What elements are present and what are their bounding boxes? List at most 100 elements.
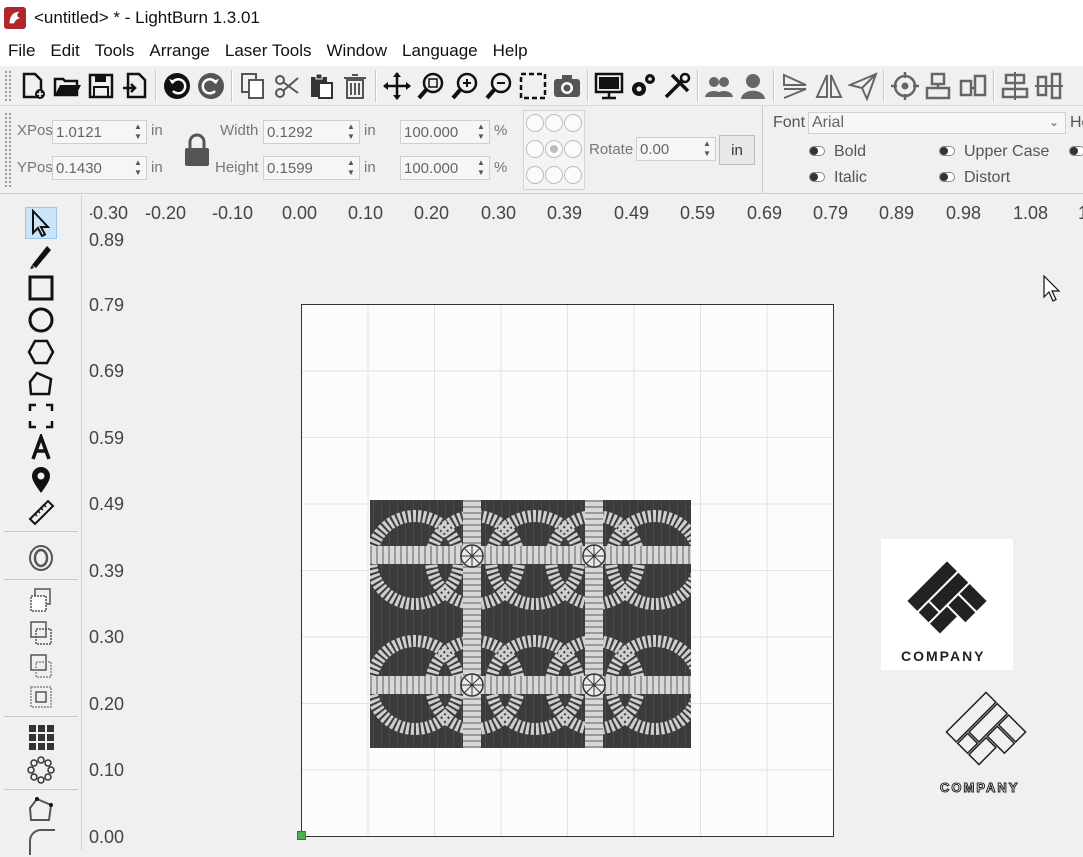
settings-icon[interactable] [626,68,660,104]
move-icon[interactable] [380,68,414,104]
anchor-middle-right[interactable] [564,140,582,158]
height-stepper[interactable]: ▲ ▼ [345,159,357,177]
ruler-label: -0.10 [212,203,254,223]
mirror-h-icon[interactable] [778,68,812,104]
grid-array-icon[interactable] [25,721,57,753]
menu-language[interactable]: Language [394,41,485,61]
round-corner-icon[interactable] [25,825,57,857]
offset-shapes-icon[interactable] [25,542,57,574]
text-tool-icon[interactable] [25,432,57,464]
design-canvas[interactable]: COMPANY COMPANY [134,230,1083,850]
convert-to-path-icon[interactable] [25,794,57,826]
monitor-icon[interactable] [592,68,626,104]
menu-window[interactable]: Window [319,41,394,61]
distribute-alt-icon[interactable] [1032,68,1066,104]
tool-separator [4,789,78,790]
anchor-top-right[interactable] [564,114,582,132]
rotate-input[interactable]: 0.00 ▲ ▼ [636,137,716,161]
align-icon[interactable] [922,68,956,104]
weld-shapes-icon[interactable] [25,584,57,616]
font-select[interactable]: Arial ⌄ [808,112,1066,134]
tools-icon[interactable] [660,68,694,104]
align-alt-icon[interactable] [956,68,990,104]
zoom-in-icon[interactable] [448,68,482,104]
paste-icon[interactable] [304,68,338,104]
target-icon[interactable] [888,68,922,104]
anchor-bottom-left[interactable] [526,166,544,184]
width-stepper[interactable]: ▲ ▼ [345,123,357,141]
frame-tool-icon[interactable] [25,400,57,432]
ypos-value: 0.1430 [56,159,102,177]
scale-height-input[interactable]: 100.000 ▲ ▼ [400,156,490,180]
menu-laser-tools[interactable]: Laser Tools [217,41,319,61]
select-tool-icon[interactable] [25,207,57,239]
ruler-label: 0.20 [89,694,125,714]
camera-icon[interactable] [550,68,584,104]
scale-height-stepper[interactable]: ▲ ▼ [475,159,487,177]
boolean-union-icon[interactable] [25,617,57,649]
xpos-input[interactable]: 1.0121 ▲ ▼ [52,120,147,144]
send-icon[interactable] [846,68,880,104]
units-toggle-button[interactable]: in [719,135,755,165]
toolbar-separator [375,69,377,102]
anchor-center[interactable] [545,140,563,158]
scale-width-input[interactable]: 100.000 ▲ ▼ [400,120,490,144]
panel-grip[interactable] [4,112,12,188]
frame-selection-icon[interactable] [516,68,550,104]
save-icon[interactable] [84,68,118,104]
anchor-middle-left[interactable] [526,140,544,158]
undo-icon[interactable] [160,68,194,104]
menu-arrange[interactable]: Arrange [141,41,216,61]
zoom-out-icon[interactable] [482,68,516,104]
engraving-image[interactable] [370,500,691,748]
lock-aspect-icon[interactable] [182,132,212,168]
rotate-stepper[interactable]: ▲ ▼ [701,140,713,158]
ruler-label: 0.20 [414,203,450,223]
company-logo-filled[interactable]: COMPANY [881,539,1013,670]
ypos-input[interactable]: 0.1430 ▲ ▼ [52,156,147,180]
measure-tool-icon[interactable] [25,496,57,528]
copy-icon[interactable] [236,68,270,104]
scale-width-stepper[interactable]: ▲ ▼ [475,123,487,141]
circular-array-icon[interactable] [25,754,57,786]
position-laser-tool-icon[interactable] [25,464,57,496]
upper-case-toggle[interactable] [939,146,955,156]
anchor-top-center[interactable] [545,114,563,132]
toolbar-grip[interactable] [4,69,12,102]
anchor-bottom-right[interactable] [564,166,582,184]
rectangle-tool-icon[interactable] [25,272,57,304]
bold-toggle[interactable] [809,146,825,156]
distort-toggle[interactable] [939,172,955,182]
redo-icon[interactable] [194,68,228,104]
width-input[interactable]: 0.1292 ▲ ▼ [263,120,360,144]
polygon-tool-icon[interactable] [25,336,57,368]
window-title: <untitled> * - LightBurn 1.3.01 [34,8,260,27]
italic-toggle[interactable] [809,172,825,182]
anchor-top-left[interactable] [526,114,544,132]
distribute-icon[interactable] [998,68,1032,104]
menu-file[interactable]: File [0,41,42,61]
ellipse-tool-icon[interactable] [25,304,57,336]
zoom-to-page-icon[interactable] [414,68,448,104]
cut-icon[interactable] [270,68,304,104]
open-folder-icon[interactable] [50,68,84,104]
new-file-icon[interactable] [16,68,50,104]
pen-tool-icon[interactable] [25,240,57,272]
import-icon[interactable] [118,68,152,104]
delete-icon[interactable] [338,68,372,104]
boolean-subtract-icon[interactable] [25,650,57,682]
menu-edit[interactable]: Edit [42,41,86,61]
menu-tools[interactable]: Tools [87,41,142,61]
company-logo-outline[interactable]: COMPANY [934,684,1038,800]
height-input[interactable]: 0.1599 ▲ ▼ [263,156,360,180]
group-icon[interactable] [702,68,736,104]
xpos-stepper[interactable]: ▲ ▼ [132,123,144,141]
edit-nodes-tool-icon[interactable] [25,368,57,400]
boolean-intersect-icon[interactable] [25,681,57,713]
extra-toggle[interactable] [1069,146,1083,156]
mirror-v-icon[interactable] [812,68,846,104]
anchor-bottom-center[interactable] [545,166,563,184]
ypos-stepper[interactable]: ▲ ▼ [132,159,144,177]
user-icon[interactable] [736,68,770,104]
menu-help[interactable]: Help [485,41,535,61]
